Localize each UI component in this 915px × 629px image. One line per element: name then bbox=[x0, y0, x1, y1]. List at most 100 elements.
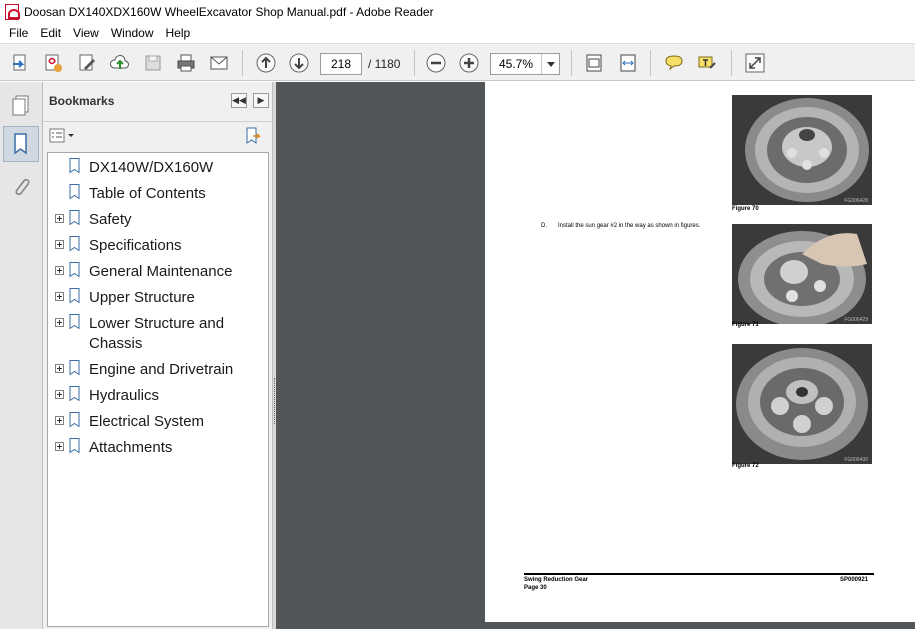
attachments-button[interactable] bbox=[3, 170, 39, 206]
navigation-pane bbox=[0, 82, 43, 629]
previous-page-button[interactable] bbox=[253, 50, 279, 76]
figure-70-image: FG006428 bbox=[732, 95, 872, 205]
expand-toggle-icon[interactable] bbox=[55, 442, 64, 451]
expand-toggle-icon[interactable] bbox=[55, 416, 64, 425]
bookmark-label[interactable]: Engine and Drivetrain bbox=[89, 360, 259, 380]
next-page-button[interactable] bbox=[286, 50, 312, 76]
zoom-value[interactable]: 45.7% bbox=[491, 54, 541, 74]
bookmark-icon bbox=[69, 184, 80, 200]
expand-toggle-icon[interactable] bbox=[55, 318, 64, 327]
figure-72-image: FG006430 bbox=[732, 344, 872, 464]
bookmark-icon bbox=[69, 210, 80, 226]
zoom-out-button[interactable] bbox=[423, 50, 449, 76]
adobe-reader-icon bbox=[5, 3, 20, 20]
menu-window[interactable]: Window bbox=[106, 26, 159, 40]
upload-button[interactable] bbox=[107, 50, 133, 76]
bookmark-label[interactable]: Upper Structure bbox=[89, 288, 259, 308]
figure-71-image: FG006429 bbox=[732, 224, 872, 324]
fit-page-icon bbox=[586, 54, 602, 72]
printer-icon bbox=[177, 54, 195, 72]
toolbar-separator bbox=[571, 50, 572, 76]
save-button[interactable] bbox=[140, 50, 166, 76]
edit-pdf-icon bbox=[79, 54, 95, 71]
arrow-down-icon bbox=[289, 53, 309, 73]
expand-bookmark-icon[interactable] bbox=[243, 127, 263, 145]
toolbar-separator bbox=[242, 50, 243, 76]
bookmark-icon bbox=[69, 314, 80, 330]
save-icon bbox=[145, 55, 161, 71]
bookmark-label[interactable]: Attachments bbox=[89, 438, 259, 458]
comment-button[interactable] bbox=[661, 50, 687, 76]
footer-page-number: Page 30 bbox=[524, 585, 547, 591]
footer-rule bbox=[524, 573, 874, 575]
ring-gear-photo bbox=[732, 95, 872, 205]
toolbar: 218 / 1180 45.7% bbox=[0, 43, 915, 81]
full-screen-button[interactable] bbox=[742, 50, 768, 76]
expand-toggle-icon[interactable] bbox=[55, 292, 64, 301]
bookmark-label[interactable]: DX140W/DX160W bbox=[89, 158, 259, 178]
bookmark-icon bbox=[14, 133, 27, 155]
bookmark-icon bbox=[69, 360, 80, 376]
assembled-gear-photo bbox=[732, 344, 872, 464]
footer-section-title: Swing Reduction Gear bbox=[524, 577, 589, 583]
bookmark-icon bbox=[69, 386, 80, 402]
bookmark-label[interactable]: Table of Contents bbox=[89, 184, 259, 204]
toolbar-separator bbox=[650, 50, 651, 76]
sun-gear-install-photo bbox=[732, 224, 872, 324]
toolbar-separator bbox=[731, 50, 732, 76]
title-bar: Doosan DX140XDX160W WheelExcavator Shop … bbox=[0, 0, 915, 23]
bookmark-label[interactable]: Lower Structure and Chassis bbox=[89, 314, 259, 354]
bookmark-icon bbox=[69, 438, 80, 454]
step-letter: D. bbox=[541, 223, 547, 229]
toolbar-separator bbox=[414, 50, 415, 76]
expand-toggle-icon[interactable] bbox=[55, 214, 64, 223]
open-file-button[interactable] bbox=[8, 50, 34, 76]
expand-toggle-icon[interactable] bbox=[55, 240, 64, 249]
bookmarks-tree: DX140W/DX160W Table of Contents Safety S… bbox=[47, 152, 269, 627]
chevron-down-icon[interactable] bbox=[541, 54, 559, 74]
bookmark-label[interactable]: General Maintenance bbox=[89, 262, 259, 282]
menu-help[interactable]: Help bbox=[161, 26, 196, 40]
panel-options-button[interactable]: ▶ bbox=[253, 93, 269, 108]
pages-icon bbox=[12, 95, 29, 116]
expand-toggle-icon[interactable] bbox=[55, 364, 64, 373]
collapse-panel-button[interactable]: ◀◀ bbox=[231, 93, 247, 108]
bookmarks-header: Bookmarks ◀◀ ▶ bbox=[43, 82, 273, 122]
figure-code: FG006429 bbox=[844, 317, 868, 323]
print-button[interactable] bbox=[173, 50, 199, 76]
highlight-button[interactable] bbox=[694, 50, 720, 76]
footer-doc-code: SP000921 bbox=[840, 577, 869, 583]
bookmark-label[interactable]: Electrical System bbox=[89, 412, 259, 432]
create-pdf-button[interactable] bbox=[40, 50, 66, 76]
bookmarks-tab-button[interactable] bbox=[3, 126, 39, 162]
zoom-select[interactable]: 45.7% bbox=[490, 53, 560, 75]
bookmark-options-icon[interactable] bbox=[49, 128, 77, 144]
bookmarks-toolbar bbox=[43, 122, 273, 152]
figure-caption: Figure 72 bbox=[732, 463, 759, 469]
fit-width-button[interactable] bbox=[615, 50, 641, 76]
fit-page-button[interactable] bbox=[581, 50, 607, 76]
expand-icon bbox=[745, 53, 765, 73]
bookmark-label[interactable]: Specifications bbox=[89, 236, 259, 256]
minus-circle-icon bbox=[426, 53, 446, 73]
step-instruction: Install the sun gear #2 in the way as sh… bbox=[558, 223, 701, 229]
edit-pdf-button[interactable] bbox=[74, 50, 100, 76]
menu-file[interactable]: File bbox=[4, 26, 33, 40]
page-thumbnails-button[interactable] bbox=[3, 88, 39, 124]
bookmarks-title: Bookmarks bbox=[49, 94, 115, 108]
menu-view[interactable]: View bbox=[68, 26, 104, 40]
bookmark-icon bbox=[69, 288, 80, 304]
page-number-input[interactable]: 218 bbox=[320, 53, 362, 75]
bookmark-label[interactable]: Hydraulics bbox=[89, 386, 259, 406]
expand-toggle-icon[interactable] bbox=[55, 266, 64, 275]
fit-width-icon bbox=[620, 54, 636, 72]
expand-toggle-icon[interactable] bbox=[55, 390, 64, 399]
splitter-grip[interactable] bbox=[274, 378, 275, 424]
zoom-in-button[interactable] bbox=[456, 50, 482, 76]
menu-edit[interactable]: Edit bbox=[35, 26, 66, 40]
open-file-icon bbox=[13, 54, 26, 71]
bookmark-icon bbox=[69, 412, 80, 428]
cloud-upload-icon bbox=[110, 54, 129, 69]
bookmark-label[interactable]: Safety bbox=[89, 210, 259, 230]
email-button[interactable] bbox=[206, 50, 232, 76]
